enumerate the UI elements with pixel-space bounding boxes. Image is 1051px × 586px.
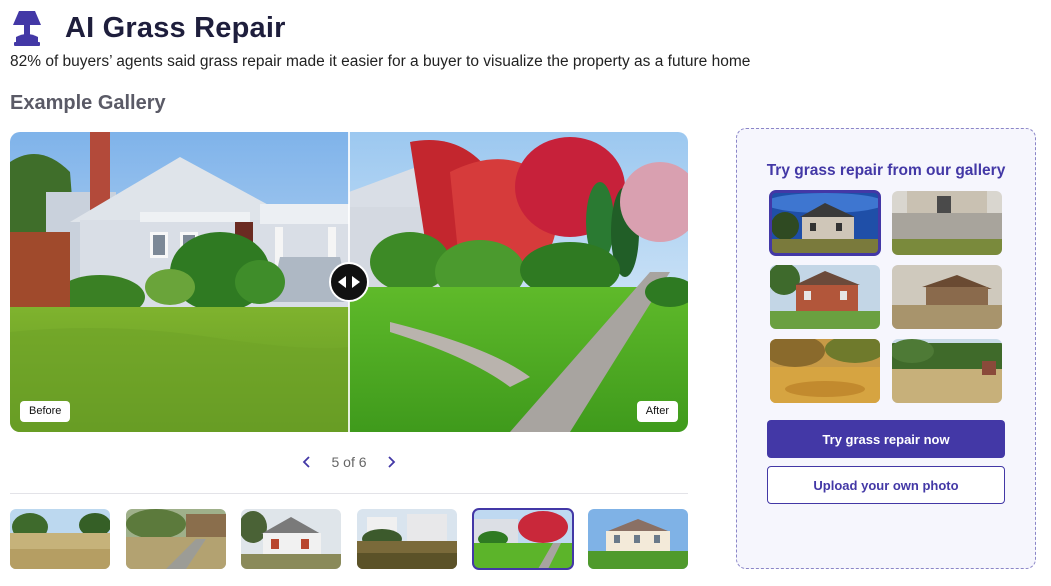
panel-photo[interactable] bbox=[770, 339, 880, 403]
gallery-thumbnail[interactable] bbox=[126, 509, 226, 569]
panel-photo[interactable] bbox=[770, 265, 880, 329]
gallery-thumbnail[interactable] bbox=[241, 509, 341, 569]
after-label: After bbox=[636, 401, 678, 422]
chevron-left-icon bbox=[302, 456, 310, 468]
page-header: AI Grass Repair bbox=[10, 8, 286, 48]
gallery-thumbnails bbox=[10, 508, 688, 570]
before-after-viewer[interactable]: Before After bbox=[10, 132, 688, 432]
upload-photo-button[interactable]: Upload your own photo bbox=[767, 466, 1005, 504]
page-subtitle: 82% of buyers’ agents said grass repair … bbox=[10, 53, 751, 70]
gallery-separator bbox=[10, 493, 688, 494]
gallery-thumbnail[interactable] bbox=[10, 509, 110, 569]
gallery-thumbnail-selected[interactable] bbox=[472, 508, 574, 570]
panel-photo[interactable] bbox=[892, 265, 1002, 329]
panel-photo[interactable] bbox=[892, 339, 1002, 403]
left-right-arrows-icon bbox=[338, 276, 360, 288]
panel-photo-selected[interactable] bbox=[769, 190, 881, 256]
page-indicator: 5 of 6 bbox=[331, 454, 367, 470]
lamp-icon bbox=[13, 11, 41, 46]
try-gallery-panel: Try grass repair from our gallery Try gr… bbox=[736, 128, 1036, 569]
comparison-slider-handle[interactable] bbox=[329, 262, 369, 302]
panel-title: Try grass repair from our gallery bbox=[766, 162, 1006, 179]
page-title: AI Grass Repair bbox=[65, 11, 286, 44]
example-gallery-heading: Example Gallery bbox=[10, 92, 166, 114]
panel-photo[interactable] bbox=[892, 191, 1002, 255]
previous-button[interactable] bbox=[298, 451, 316, 473]
chevron-right-icon bbox=[388, 456, 396, 468]
before-label: Before bbox=[20, 401, 71, 422]
try-grass-repair-button[interactable]: Try grass repair now bbox=[767, 420, 1005, 458]
gallery-pager: 5 of 6 bbox=[298, 451, 400, 473]
gallery-thumbnail[interactable] bbox=[357, 509, 457, 569]
next-button[interactable] bbox=[382, 451, 400, 473]
gallery-thumbnail[interactable] bbox=[588, 509, 688, 569]
